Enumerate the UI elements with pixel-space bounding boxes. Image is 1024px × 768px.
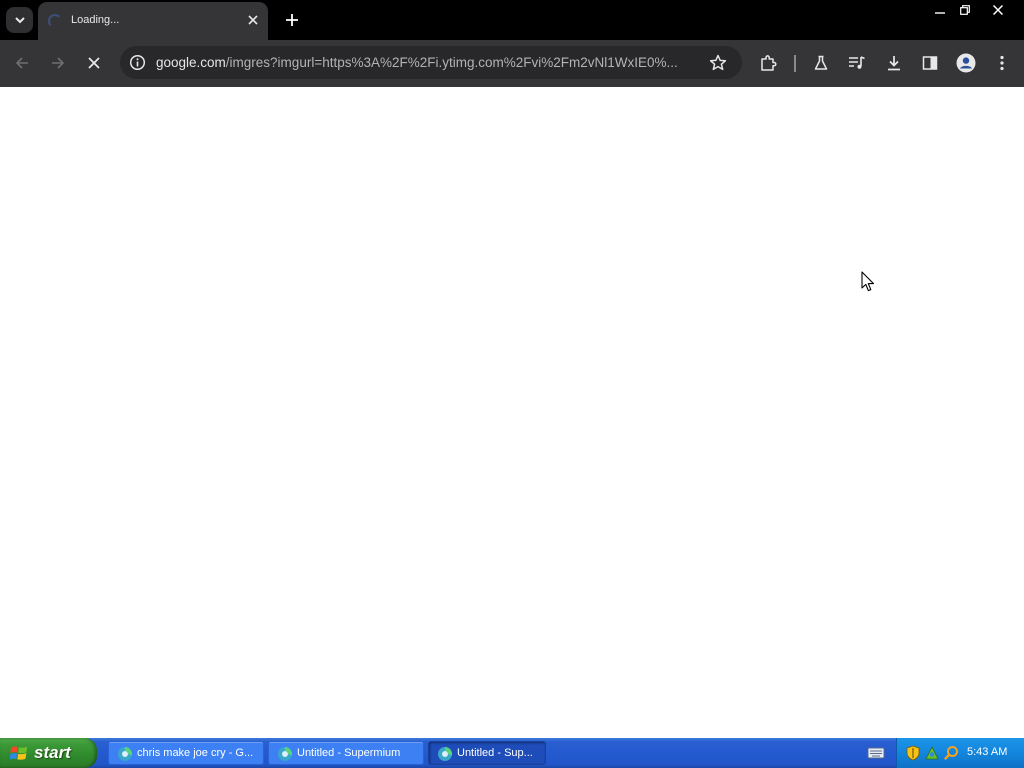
taskbar-item[interactable]: chris make joe cry - G...	[108, 741, 264, 765]
arrow-right-icon	[52, 57, 65, 69]
browser-menu-button[interactable]	[990, 51, 1014, 75]
avatar-icon	[956, 53, 976, 73]
taskbar-item-label: chris make joe cry - G...	[137, 747, 254, 759]
minimize-button[interactable]	[928, 1, 952, 19]
minimize-icon	[935, 12, 945, 14]
search-icon[interactable]	[943, 745, 959, 761]
mouse-cursor-icon	[861, 271, 875, 292]
loading-spinner-icon	[48, 14, 62, 28]
media-queue-icon	[849, 56, 865, 69]
info-icon[interactable]	[129, 54, 146, 71]
browser-titlebar: Loading...	[0, 0, 1024, 40]
download-icon	[888, 56, 900, 71]
new-tab-button[interactable]	[282, 10, 302, 30]
close-icon	[88, 57, 100, 69]
tab-search-button[interactable]	[6, 7, 33, 33]
system-tray: 5:43 AM	[896, 738, 1024, 768]
tab-close-button[interactable]	[245, 12, 261, 28]
extensions-button[interactable]	[756, 51, 780, 75]
close-icon	[248, 15, 258, 25]
tab-title: Loading...	[71, 14, 120, 26]
taskbar-item-label: Untitled - Supermium	[297, 747, 401, 759]
url-text[interactable]: google.com/imgres?imgurl=https%3A%2F%2Fi…	[156, 55, 708, 70]
media-controls-button[interactable]	[845, 51, 869, 75]
start-label: start	[34, 743, 71, 762]
plus-icon	[286, 14, 298, 26]
stop-loading-button[interactable]	[82, 51, 106, 75]
keyboard-icon[interactable]	[867, 746, 885, 760]
supermium-icon	[278, 747, 292, 761]
downloads-button[interactable]	[882, 51, 906, 75]
start-button[interactable]: start	[0, 738, 97, 768]
url-host: google.com	[156, 55, 226, 70]
network-icon[interactable]	[924, 745, 940, 761]
url-path: /imgres?imgurl=https%3A%2F%2Fi.ytimg.com…	[225, 55, 678, 70]
restore-button[interactable]	[953, 1, 977, 19]
side-panel-icon	[922, 56, 938, 70]
restore-icon	[960, 5, 970, 15]
kebab-menu-icon	[1000, 55, 1004, 71]
window-close-button[interactable]	[984, 1, 1012, 19]
close-icon	[993, 5, 1003, 15]
taskbar-item[interactable]: Untitled - Supermium	[268, 741, 424, 765]
forward-button[interactable]	[46, 51, 70, 75]
taskbar-item-active[interactable]: Untitled - Sup...	[428, 741, 546, 765]
chevron-down-icon	[14, 17, 25, 24]
tab-active[interactable]: Loading...	[38, 2, 268, 40]
star-icon[interactable]	[708, 53, 728, 73]
security-shield-icon[interactable]	[905, 745, 921, 761]
puzzle-icon	[761, 55, 777, 71]
flask-icon	[814, 55, 828, 70]
supermium-icon	[438, 747, 452, 761]
taskbar-item-label: Untitled - Sup...	[457, 747, 533, 759]
back-button[interactable]	[10, 51, 34, 75]
supermium-icon	[118, 747, 132, 761]
taskbar: start chris make joe cry - G... Untitled…	[0, 738, 1024, 768]
page-content[interactable]	[0, 87, 1024, 738]
side-panel-button[interactable]	[918, 51, 942, 75]
labs-button[interactable]	[809, 51, 833, 75]
address-bar[interactable]: google.com/imgres?imgurl=https%3A%2F%2Fi…	[120, 46, 742, 79]
arrow-left-icon	[15, 57, 28, 69]
toolbar-separator	[794, 55, 796, 72]
windows-logo-icon	[10, 746, 28, 760]
browser-toolbar: google.com/imgres?imgurl=https%3A%2F%2Fi…	[0, 40, 1024, 87]
clock[interactable]: 5:43 AM	[967, 746, 1007, 758]
profile-button[interactable]	[954, 51, 978, 75]
